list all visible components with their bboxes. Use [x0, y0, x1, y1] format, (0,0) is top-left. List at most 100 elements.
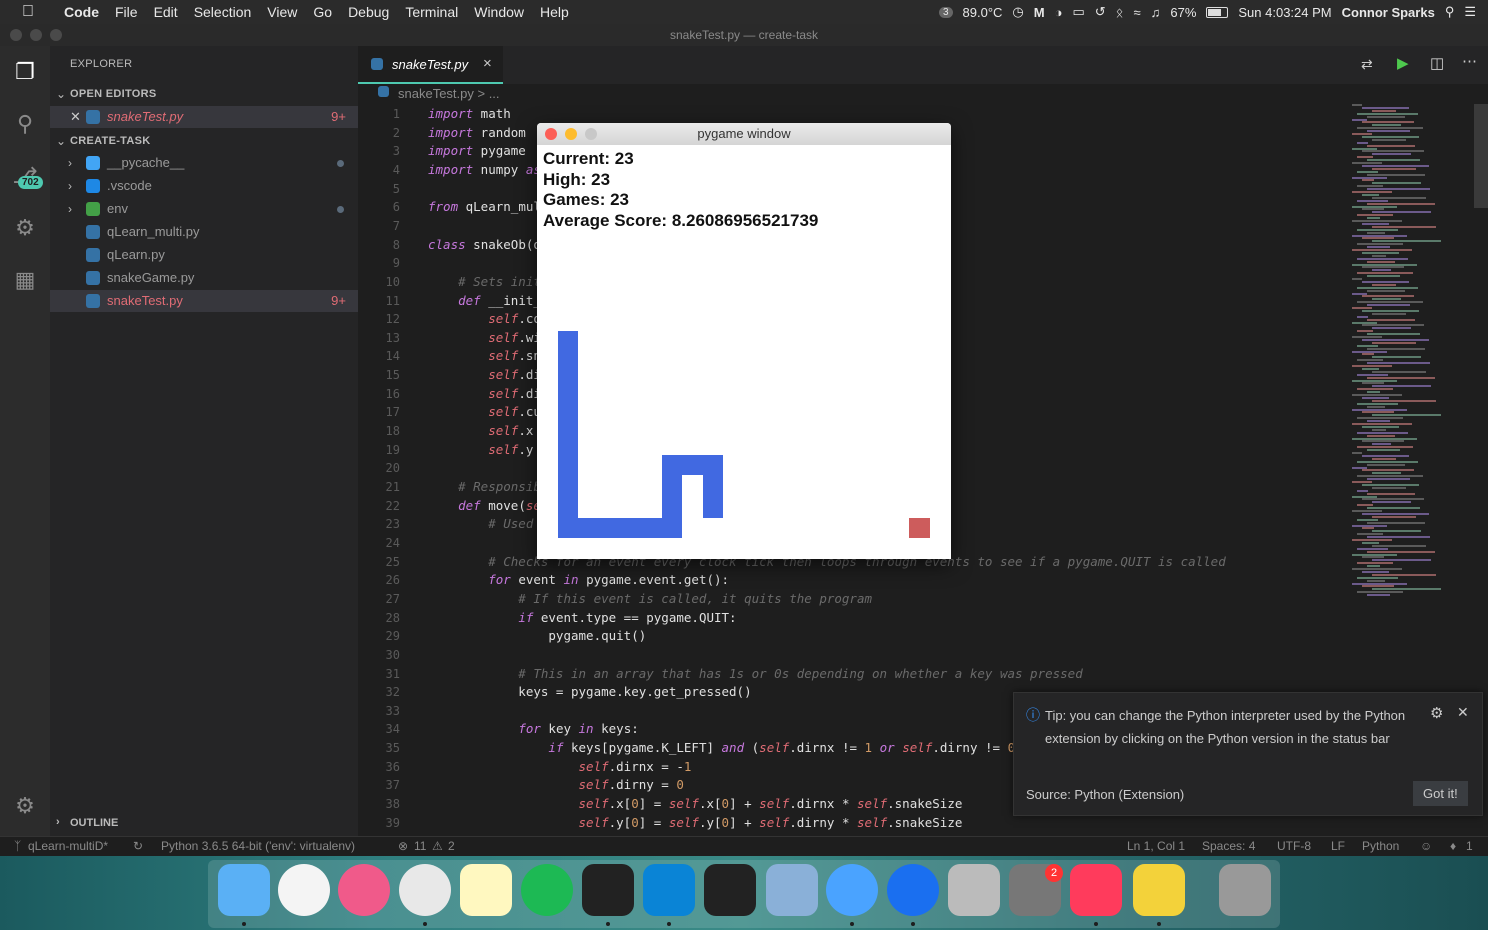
spotlight-search-icon[interactable]: ⚲ [1445, 4, 1455, 20]
messages-icon[interactable] [826, 864, 878, 916]
search-icon[interactable]: ⚲ [0, 104, 50, 144]
malwarebytes-icon[interactable]: M [1034, 5, 1045, 20]
chrome-icon[interactable] [399, 864, 451, 916]
pygame-window[interactable]: pygame window Current: 23 High: 23 Games… [537, 123, 951, 559]
battery-percent[interactable]: 67% [1170, 5, 1196, 20]
wifi-icon[interactable]: ≈ [1133, 5, 1140, 20]
menu-edit[interactable]: Edit [146, 4, 186, 20]
encoding[interactable]: UTF-8 [1277, 839, 1311, 853]
error-count[interactable]: 11 [414, 839, 426, 853]
got-it-button[interactable]: Got it! [1413, 781, 1468, 806]
teamviewer-icon[interactable] [887, 864, 939, 916]
tree-file-qlearn-multi[interactable]: qLearn_multi.py [50, 221, 358, 243]
vscode-icon[interactable] [643, 864, 695, 916]
open-editors-header[interactable]: OPEN EDITORS [70, 88, 157, 100]
trash-icon[interactable] [1219, 864, 1271, 916]
tree-file-snakegame[interactable]: snakeGame.py [50, 267, 358, 289]
screen-app-icon[interactable] [1070, 864, 1122, 916]
explorer-icon[interactable]: ❐ [0, 52, 50, 92]
battery-icon[interactable] [1206, 6, 1229, 18]
minimize-window-button[interactable] [30, 29, 42, 41]
stocks-icon[interactable] [704, 864, 756, 916]
tree-folder-env[interactable]: › env [50, 198, 358, 220]
close-icon[interactable]: ✕ [70, 106, 81, 128]
cpu-temp-status[interactable]: 89.0°C [963, 5, 1003, 20]
notification-center-icon[interactable]: ☰ [1464, 4, 1476, 20]
apple-menu-icon[interactable]:  [0, 3, 56, 21]
timer-icon[interactable]: ◷ [1012, 4, 1023, 20]
folder-header[interactable]: CREATE-TASK [70, 135, 151, 147]
language-mode[interactable]: Python [1362, 839, 1399, 853]
minimap-line [1367, 275, 1400, 278]
manage-gear-icon[interactable]: ⚙ [0, 786, 50, 826]
close-tab-icon[interactable]: × [483, 55, 492, 72]
menu-debug[interactable]: Debug [340, 4, 397, 20]
close-window-button[interactable] [10, 29, 22, 41]
bluetooth-icon[interactable]: ᛟ [1116, 5, 1124, 20]
running-indicator [850, 922, 854, 926]
terminal-icon[interactable] [582, 864, 634, 916]
menu-go[interactable]: Go [305, 4, 340, 20]
open-editor-item[interactable]: ✕ snakeTest.py 9+ [50, 106, 358, 128]
error-icon[interactable]: ⊗ [398, 839, 408, 853]
git-branch[interactable]: qLearn-multiD* [28, 839, 108, 853]
chevron-down-icon[interactable]: ⌄ [56, 87, 66, 101]
warning-icon[interactable]: ⚠ [432, 839, 443, 853]
menu-file[interactable]: File [107, 4, 146, 20]
finder-icon[interactable] [218, 864, 270, 916]
menu-view[interactable]: View [259, 4, 305, 20]
sync-icon[interactable]: ↻ [133, 839, 143, 853]
feedback-smiley-icon[interactable]: ☺ [1420, 839, 1432, 853]
spotify-icon[interactable] [521, 864, 573, 916]
tab-snaketest[interactable]: snakeTest.py × [358, 46, 503, 84]
breadcrumb[interactable]: snakeTest.py > ... [358, 84, 1488, 104]
more-actions-icon[interactable]: ⋯ [1462, 52, 1477, 70]
chevron-down-icon[interactable]: ⌄ [56, 134, 66, 148]
itunes-icon[interactable] [338, 864, 390, 916]
notification-count-badge[interactable]: 3 [938, 6, 953, 18]
minimap-line [1352, 162, 1382, 164]
warning-count[interactable]: 2 [448, 839, 455, 853]
python-interpreter[interactable]: Python 3.6.5 64-bit ('env': virtualenv) [161, 839, 355, 853]
tree-file-qlearn[interactable]: qLearn.py [50, 244, 358, 266]
mail-icon[interactable] [766, 864, 818, 916]
user-name[interactable]: Connor Sparks [1342, 5, 1435, 20]
line-ending[interactable]: LF [1331, 839, 1345, 853]
menu-app-code[interactable]: Code [56, 4, 107, 20]
zoom-window-button[interactable] [50, 29, 62, 41]
volume-icon[interactable]: ♫ [1151, 5, 1161, 20]
split-editor-icon[interactable]: ◫ [1430, 54, 1444, 72]
outline-section[interactable]: › OUTLINE [50, 812, 358, 836]
clock[interactable]: Sun 4:03:24 PM [1238, 5, 1331, 20]
open-changes-icon[interactable]: ⇄ [1361, 56, 1373, 73]
bell-icon[interactable]: ♦ [1450, 839, 1456, 853]
menu-window[interactable]: Window [466, 4, 532, 20]
cyberduck-icon[interactable] [1133, 864, 1185, 916]
disk-utility-icon[interactable] [948, 864, 1000, 916]
tree-folder-pycache[interactable]: › __pycache__ [50, 152, 358, 174]
editor-scrollbar[interactable] [1474, 104, 1488, 208]
photos-icon[interactable] [278, 864, 330, 916]
open-editor-label: snakeTest.py [107, 109, 184, 124]
run-python-icon[interactable]: ▶ [1397, 54, 1409, 72]
notification-count[interactable]: 1 [1466, 839, 1473, 853]
minimap-line [1362, 295, 1414, 298]
menu-selection[interactable]: Selection [186, 4, 260, 20]
menu-terminal[interactable]: Terminal [397, 4, 466, 20]
menu-help[interactable]: Help [532, 4, 577, 20]
tree-folder-vscode[interactable]: › .vscode [50, 175, 358, 197]
gear-icon[interactable]: ⚙ [1430, 704, 1443, 722]
cursor-position[interactable]: Ln 1, Col 1 [1127, 839, 1185, 853]
tree-file-snaketest[interactable]: snakeTest.py 9+ [50, 290, 358, 312]
git-branch-icon[interactable]: ᛉ [14, 839, 21, 853]
close-icon[interactable]: ✕ [1457, 704, 1469, 721]
indentation[interactable]: Spaces: 4 [1202, 839, 1255, 853]
debug-icon[interactable]: ⚙ [0, 208, 50, 248]
minimap[interactable] [1348, 104, 1473, 604]
extensions-icon[interactable]: ▦ [0, 260, 50, 300]
airplay-icon[interactable]: ▭ [1072, 4, 1084, 20]
breadcrumb-path[interactable]: snakeTest.py > ... [398, 86, 500, 101]
notes-icon[interactable] [460, 864, 512, 916]
time-machine-icon[interactable]: ↺ [1095, 4, 1106, 20]
creative-cloud-icon[interactable]: ◑ [1055, 5, 1063, 20]
